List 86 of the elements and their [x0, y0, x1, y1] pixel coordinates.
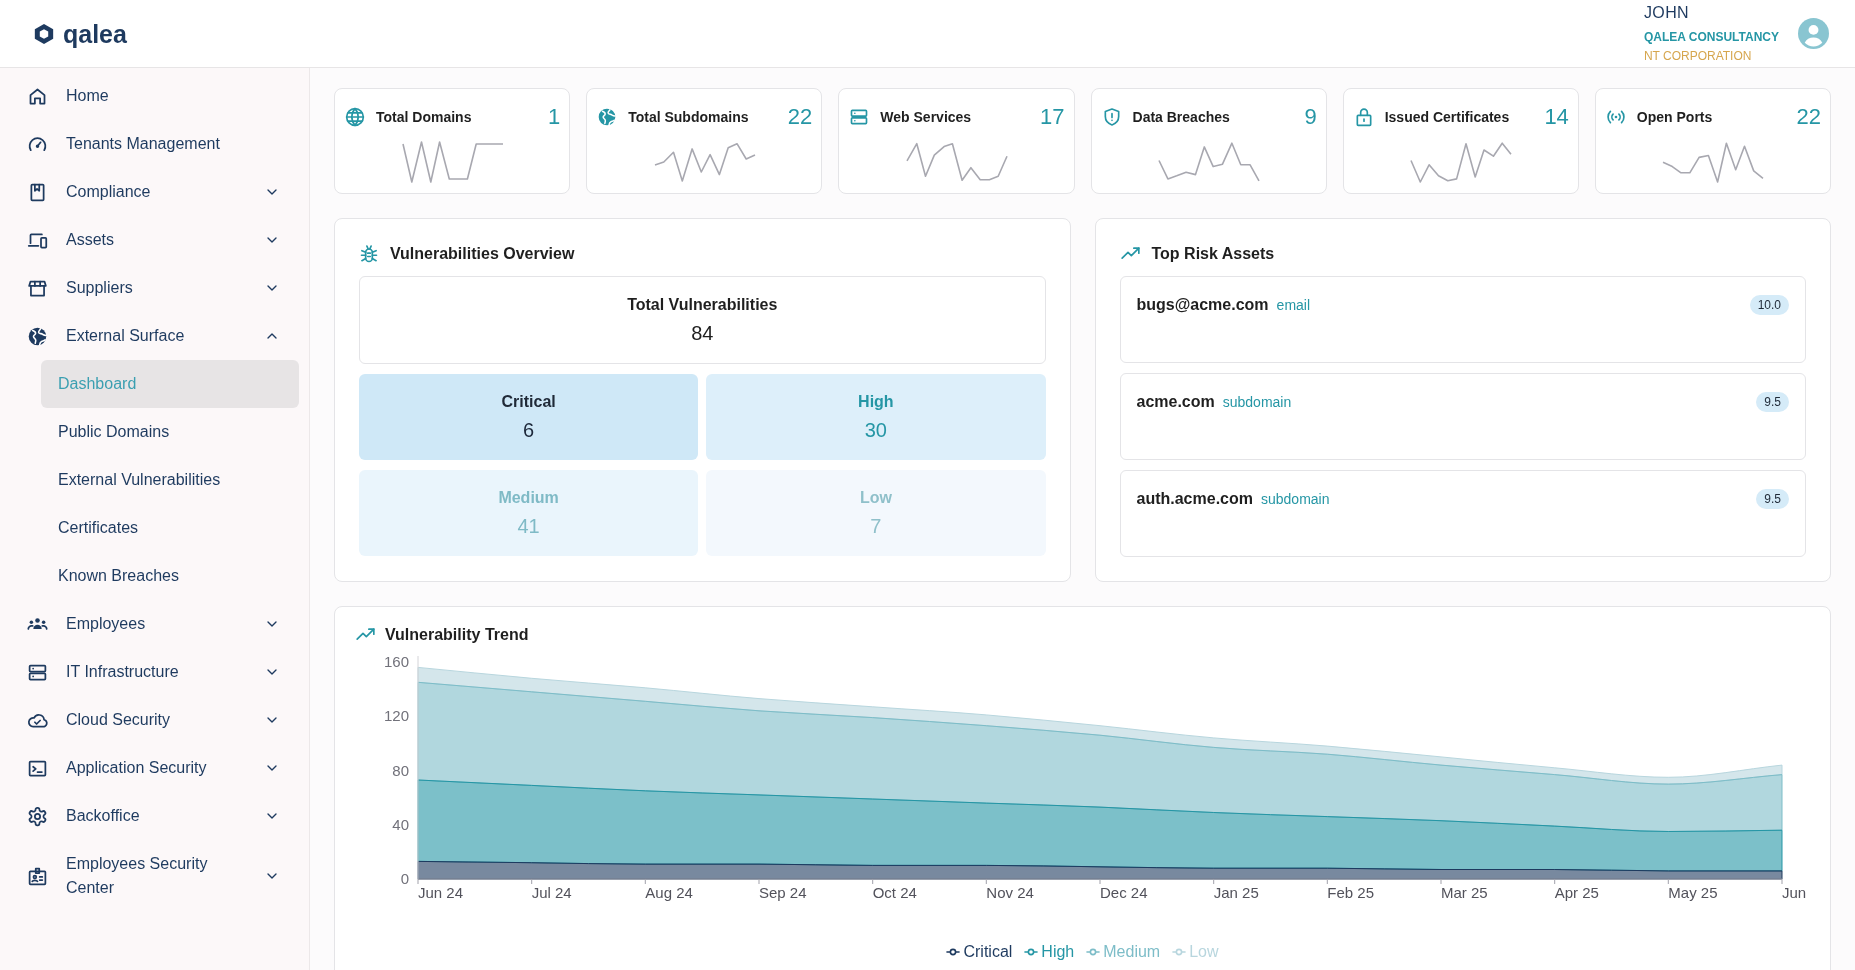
sidebar-subitem[interactable]: External Vulnerabilities: [41, 456, 299, 504]
settings-icon: [27, 805, 48, 827]
severity-count: 41: [517, 513, 540, 539]
stat-value: 9: [1304, 105, 1317, 129]
id-badge-icon: [27, 865, 48, 887]
sidebar-item[interactable]: Cloud Security: [0, 696, 309, 744]
tenant-name: NT CORPORATION: [1643, 47, 1753, 65]
asset-type: email: [1276, 295, 1311, 315]
stat-value: 14: [1544, 105, 1569, 129]
risk-score: 9.5: [1756, 489, 1789, 509]
severity-label: High: [858, 391, 894, 412]
severity-count: 30: [864, 417, 887, 443]
sidebar-subitem[interactable]: Known Breaches: [41, 552, 299, 600]
stat-title: Open Ports: [1636, 107, 1713, 127]
stat-title: Total Subdomains: [628, 107, 749, 127]
logo-text: qalea: [63, 19, 127, 48]
book-icon: [27, 181, 48, 203]
sidebar-item[interactable]: External Surface: [0, 312, 309, 360]
stat-title: Issued Certificates: [1384, 107, 1510, 127]
stat-title: Total Domains: [376, 107, 472, 127]
stat-title: Data Breaches: [1132, 107, 1230, 127]
legend-label: Medium: [1103, 942, 1161, 962]
globe-icon: [27, 325, 48, 347]
sidebar-subitem[interactable]: Certificates: [41, 504, 299, 552]
sidebar-item[interactable]: Application Security: [0, 744, 309, 792]
y-axis-label: 80: [392, 761, 409, 779]
x-axis-label: Feb 25: [1327, 884, 1374, 901]
sidebar-item[interactable]: Home: [0, 72, 309, 120]
globe-icon: [597, 107, 618, 127]
bug-icon: [359, 244, 379, 264]
stat-value: 1: [547, 105, 561, 129]
panel-title: Vulnerabilities Overview: [390, 244, 575, 264]
legend-label: Low: [1189, 942, 1219, 962]
panel-title: Vulnerability Trend: [385, 625, 529, 645]
severity-label: Low: [859, 487, 892, 508]
sidebar-item[interactable]: Assets: [0, 216, 309, 264]
x-axis-label: Aug 24: [645, 884, 693, 901]
sidebar-item[interactable]: Suppliers: [0, 264, 309, 312]
stat-value: 22: [787, 105, 813, 129]
panel-title: Top Risk Assets: [1151, 244, 1275, 264]
asset-type: subdomain: [1261, 489, 1330, 509]
sidebar-subitem[interactable]: Public Domains: [41, 408, 299, 456]
y-axis-label: 0: [400, 870, 409, 887]
x-axis-label: Jun 24: [418, 884, 464, 901]
x-axis-label: Jun: [1782, 884, 1807, 901]
total-count: 84: [691, 320, 714, 346]
y-axis-label: 120: [383, 707, 409, 725]
sidebar-item[interactable]: IT Infrastructure: [0, 648, 309, 696]
organization-name: QALEA CONSULTANCY: [1643, 28, 1779, 46]
legend-label: High: [1041, 942, 1075, 962]
asset-name: auth.acme.com: [1136, 489, 1253, 509]
severity-count: 7: [870, 513, 882, 539]
x-axis-label: Nov 24: [986, 884, 1034, 901]
x-axis-label: Sep 24: [759, 884, 807, 901]
x-axis-label: Jul 24: [531, 884, 572, 901]
legend-label: Critical: [963, 942, 1013, 962]
total-label: Total Vulnerabilities: [627, 294, 778, 315]
sidebar-item[interactable]: Backoffice: [0, 792, 309, 840]
asset-name: bugs@acme.com: [1136, 295, 1269, 315]
asset-type: subdomain: [1222, 392, 1292, 412]
x-axis-label: Mar 25: [1441, 884, 1488, 901]
sidebar-item[interactable]: Employees: [0, 600, 309, 648]
y-axis-label: 160: [383, 653, 409, 670]
x-axis-label: Apr 25: [1554, 884, 1599, 901]
asset-name: acme.com: [1136, 392, 1215, 412]
user-name: JOHN: [1643, 2, 1691, 23]
server-icon: [849, 107, 870, 127]
stat-title: Web Services: [880, 107, 972, 127]
x-axis-label: Jan 25: [1213, 884, 1259, 901]
sidebar-item[interactable]: Compliance: [0, 168, 309, 216]
x-axis-label: May 25: [1668, 884, 1718, 901]
risk-score: 10.0: [1749, 295, 1789, 315]
y-axis-label: 40: [392, 815, 409, 833]
globe-icon: [345, 107, 365, 127]
avatar-icon[interactable]: [1798, 18, 1829, 49]
risk-score: 9.5: [1756, 392, 1789, 412]
stat-value: 22: [1796, 105, 1822, 129]
severity-label: Medium: [498, 487, 559, 508]
x-axis-label: Dec 24: [1100, 884, 1148, 901]
stat-value: 17: [1040, 105, 1065, 129]
severity-label: Critical: [501, 391, 556, 412]
sidebar-item[interactable]: Employees Security Center: [0, 840, 309, 912]
logo-icon: [33, 21, 55, 46]
x-axis-label: Oct 24: [872, 884, 917, 901]
severity-count: 6: [523, 417, 535, 443]
sidebar-item[interactable]: Tenants Management: [0, 120, 309, 168]
